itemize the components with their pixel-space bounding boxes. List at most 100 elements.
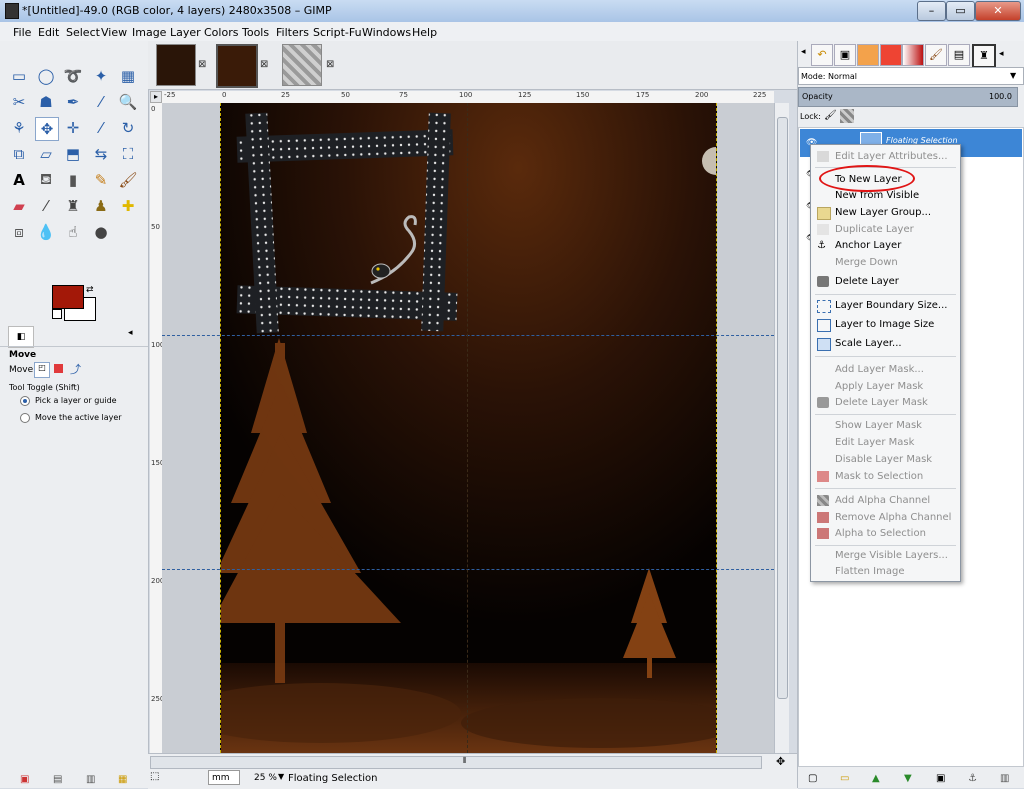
dodge-burn-icon[interactable]: ● bbox=[90, 221, 112, 243]
restore-options-icon[interactable]: ▤ bbox=[53, 774, 62, 785]
shear-icon[interactable]: ▱ bbox=[35, 143, 57, 165]
menu-windows[interactable]: Windows bbox=[362, 26, 411, 39]
menu-image[interactable]: Image bbox=[132, 26, 166, 39]
menu-item-alpha-to-selection[interactable]: Alpha to Selection bbox=[835, 528, 926, 539]
scale-icon[interactable]: ⧉ bbox=[8, 143, 30, 165]
menu-item-apply-layer-mask[interactable]: Apply Layer Mask bbox=[835, 381, 923, 392]
menu-select[interactable]: Select bbox=[66, 26, 100, 39]
menu-filters[interactable]: Filters bbox=[276, 26, 309, 39]
foreground-color-swatch[interactable] bbox=[52, 285, 84, 309]
pencil-icon[interactable]: ✎ bbox=[90, 169, 112, 191]
blend-icon[interactable]: ▮ bbox=[62, 169, 84, 191]
ellipse-select-icon[interactable]: ◯ bbox=[35, 65, 57, 87]
bucket-fill-icon[interactable]: ⛾ bbox=[35, 169, 57, 191]
ruler-corner-icon[interactable]: ▸ bbox=[150, 91, 162, 103]
new-layer-icon[interactable]: ▢ bbox=[808, 773, 817, 784]
brushes-tab-icon[interactable]: 🖌 bbox=[925, 44, 947, 66]
image-tab-2-thumbnail[interactable] bbox=[216, 44, 258, 88]
panel-menu-icon[interactable]: ◂ bbox=[128, 328, 133, 338]
text-tool-icon[interactable]: A bbox=[8, 169, 30, 191]
menu-edit[interactable]: Edit bbox=[38, 26, 59, 39]
swap-colors-icon[interactable]: ⇄ bbox=[86, 285, 94, 295]
navigate-icon[interactable]: ✥ bbox=[776, 755, 785, 768]
menu-item-disable-layer-mask[interactable]: Disable Layer Mask bbox=[835, 454, 932, 465]
raise-layer-icon[interactable]: ▲ bbox=[872, 773, 880, 784]
lower-layer-icon[interactable]: ▼ bbox=[904, 773, 912, 784]
minimize-button[interactable]: – bbox=[917, 1, 946, 21]
reset-options-icon[interactable]: ▦ bbox=[118, 774, 127, 785]
move-layer-mode-icon[interactable]: ◰ bbox=[34, 362, 50, 378]
active-tab-icon[interactable]: ♜ bbox=[972, 44, 996, 68]
save-options-icon[interactable]: ▣ bbox=[20, 774, 29, 785]
canvas-area[interactable] bbox=[162, 103, 774, 753]
menu-item-merge-down[interactable]: Merge Down bbox=[835, 257, 898, 268]
image-canvas[interactable] bbox=[220, 103, 717, 753]
flip-icon[interactable]: ⇆ bbox=[90, 143, 112, 165]
undo-history-icon[interactable]: ↶ bbox=[811, 44, 833, 66]
menu-script-fu[interactable]: Script-Fu bbox=[313, 26, 362, 39]
menu-help[interactable]: Help bbox=[412, 26, 437, 39]
menu-item-show-layer-mask[interactable]: Show Layer Mask bbox=[835, 420, 922, 431]
free-select-icon[interactable]: ➰ bbox=[62, 65, 84, 87]
menu-item-anchor-layer[interactable]: Anchor Layer bbox=[835, 240, 901, 251]
new-layer-group-icon[interactable]: ▭ bbox=[840, 773, 849, 784]
perspective-clone-icon[interactable]: ⧈ bbox=[8, 221, 30, 243]
crop-icon[interactable]: ⁄ bbox=[90, 117, 112, 139]
menu-tools[interactable]: Tools bbox=[242, 26, 269, 39]
menu-file[interactable]: File bbox=[13, 26, 31, 39]
rect-select-icon[interactable]: ▭ bbox=[8, 65, 30, 87]
horizontal-guide[interactable] bbox=[162, 335, 774, 336]
clone-icon[interactable]: ♟ bbox=[90, 195, 112, 217]
vertical-scrollbar[interactable] bbox=[774, 103, 789, 753]
menu-layer[interactable]: Layer bbox=[170, 26, 201, 39]
delete-layer-icon[interactable]: ▥ bbox=[1000, 773, 1009, 784]
channels-icon[interactable]: ▣ bbox=[834, 44, 856, 66]
radio-pick-layer[interactable] bbox=[20, 396, 30, 406]
opacity-slider[interactable]: Opacity 100.0 bbox=[798, 87, 1018, 107]
zoom-dropdown-icon[interactable]: ▼ bbox=[278, 772, 284, 781]
paths-tab-icon[interactable] bbox=[857, 44, 879, 66]
menu-item-add-layer-mask[interactable]: Add Layer Mask... bbox=[835, 364, 924, 375]
reset-colors-icon[interactable] bbox=[52, 309, 62, 319]
radio-move-active[interactable] bbox=[20, 413, 30, 423]
delete-options-icon[interactable]: ▥ bbox=[86, 774, 95, 785]
dock-menu-icon[interactable]: ◂ bbox=[801, 47, 806, 57]
unit-select[interactable]: mm bbox=[208, 770, 240, 785]
menu-item-remove-alpha-channel[interactable]: Remove Alpha Channel bbox=[835, 512, 951, 523]
move-selection-mode-icon[interactable] bbox=[54, 364, 63, 373]
cage-icon[interactable]: ⛶ bbox=[117, 143, 139, 165]
menu-item-edit-layer-mask[interactable]: Edit Layer Mask bbox=[835, 437, 914, 448]
paths-icon[interactable]: ✒ bbox=[62, 91, 84, 113]
mode-select[interactable]: Mode: Normal bbox=[798, 67, 1024, 85]
align-icon[interactable]: ✛ bbox=[62, 117, 84, 139]
menu-item-layer-to-image-size[interactable]: Layer to Image Size bbox=[835, 319, 934, 330]
menu-colors[interactable]: Colors bbox=[204, 26, 238, 39]
zoom-level[interactable]: 25 % bbox=[254, 773, 277, 783]
scissors-icon[interactable]: ✂ bbox=[8, 91, 30, 113]
menu-item-flatten-image[interactable]: Flatten Image bbox=[835, 566, 905, 577]
image-tab-3-thumbnail[interactable] bbox=[282, 44, 322, 86]
move-path-mode-icon[interactable]: ⤴ bbox=[70, 361, 81, 377]
blur-icon[interactable]: 💧 bbox=[35, 221, 57, 243]
lock-alpha-icon[interactable] bbox=[840, 109, 854, 123]
menu-item-delete-layer-mask[interactable]: Delete Layer Mask bbox=[835, 397, 928, 408]
maximize-button[interactable]: ▭ bbox=[946, 1, 975, 21]
menu-item-merge-visible-layers[interactable]: Merge Visible Layers... bbox=[835, 550, 948, 561]
fg-color-tab-icon[interactable] bbox=[880, 44, 902, 66]
menu-item-delete-layer[interactable]: Delete Layer bbox=[835, 276, 899, 287]
move-tool-icon[interactable]: ✥ bbox=[35, 117, 59, 141]
menu-item-edit-layer-attributes[interactable]: Edit Layer Attributes... bbox=[835, 151, 948, 162]
menu-view[interactable]: View bbox=[101, 26, 127, 39]
ink-icon[interactable]: ♜ bbox=[62, 195, 84, 217]
foreground-select-icon[interactable]: ☗ bbox=[35, 91, 57, 113]
gradients-tab-icon[interactable] bbox=[902, 44, 924, 66]
image-tab-1-thumbnail[interactable] bbox=[156, 44, 196, 86]
heal-icon[interactable]: ✚ bbox=[117, 195, 139, 217]
panel-menu-icon[interactable]: ◂ bbox=[999, 49, 1004, 59]
horizontal-scrollbar[interactable] bbox=[150, 756, 762, 769]
menu-item-layer-boundary-size[interactable]: Layer Boundary Size... bbox=[835, 300, 947, 311]
lock-pixels-icon[interactable]: 🖌 bbox=[824, 110, 837, 121]
close-icon[interactable]: ⊠ bbox=[198, 59, 206, 70]
color-picker-icon[interactable]: ⁄ bbox=[90, 91, 112, 113]
airbrush-icon[interactable]: ⁄ bbox=[35, 195, 57, 217]
